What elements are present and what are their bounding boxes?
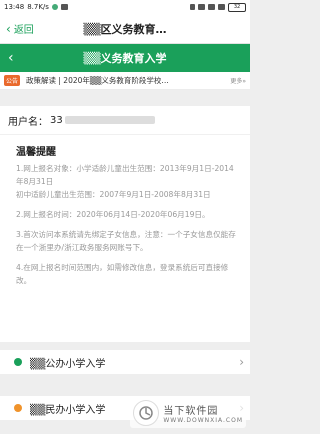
tips-item: 1.网上报名对象：小学适龄儿童出生范围：2013年9月1日-2014年8月31日 [16, 164, 234, 186]
tips-item: 初中适龄儿童出生范围：2007年9月1日-2008年8月31日 [16, 190, 211, 199]
page-title: ▒▒区义务教育… [83, 22, 167, 36]
tips-card: 温馨提醒 1.网上报名对象：小学适龄儿童出生范围：2013年9月1日-2014年… [0, 134, 250, 342]
user-card: 用户名： 33 [0, 106, 250, 134]
notice-more-link[interactable]: 更多» [230, 76, 250, 85]
battery-icon: 32 [228, 2, 246, 12]
notification-icon [51, 4, 58, 10]
tips-item: 3.首次访问本系统请先绑定子女信息，注意：一个子女信息仅能存在一个浙里办/浙江政… [16, 230, 236, 252]
chevron-right-icon: › [239, 355, 244, 369]
back-label: 返回 [13, 25, 34, 36]
school-entry-label: ▒▒公办小学入学 [30, 358, 106, 370]
signal-icon [198, 4, 205, 10]
watermark-text: 当下软件园 [163, 406, 219, 417]
status-dot-orange [14, 404, 22, 412]
network-speed: 8.7K/s [27, 3, 49, 11]
section-title: ▒▒义务教育入学 [83, 52, 167, 65]
nav-bar: ‹ 返回 ▒▒区义务教育… [0, 14, 250, 44]
tips-title: 温馨提醒 [16, 147, 56, 158]
back-button[interactable]: ‹ 返回 [0, 21, 34, 37]
bluetooth-icon [190, 4, 195, 10]
chevron-left-icon: ‹ [6, 21, 11, 36]
status-time: 13:48 [4, 3, 25, 11]
username-value: 33 [50, 114, 63, 126]
notice-bar[interactable]: 公告 政策解读 | 2020年▒▒义务教育阶段学校… 更多» [0, 72, 250, 90]
app-notification-icon [60, 4, 68, 10]
watermark: 当下软件园 WWW.DOWNXIA.COM [130, 398, 246, 428]
public-primary-school-entry[interactable]: ▒▒公办小学入学 › [0, 350, 250, 374]
status-bar: 13:48 8.7K/s 32 [0, 0, 250, 14]
tips-item: 2.网上报名时间：2020年06月14日-2020年06月19日。 [16, 210, 210, 219]
notice-tag: 公告 [4, 75, 21, 86]
watermark-url: WWW.DOWNXIA.COM [163, 417, 243, 424]
back-arrow-icon[interactable]: ‹ [0, 50, 28, 66]
notice-text[interactable]: 政策解读 | 2020年▒▒义务教育阶段学校… [26, 75, 230, 86]
section-header: ‹ ▒▒义务教育入学 [0, 44, 250, 72]
wifi-icon [218, 4, 225, 10]
status-dot-green [14, 358, 22, 366]
school-entry-label: ▒▒民办小学入学 [30, 404, 106, 416]
watermark-logo-icon [133, 400, 160, 426]
tips-item: 4.在网上报名时间范围内，如需修改信息，登录系统后可直接修改。 [16, 263, 229, 285]
signal-icon-2 [208, 4, 215, 10]
username-label: 用户名： [8, 116, 48, 128]
username-redacted [64, 116, 155, 124]
